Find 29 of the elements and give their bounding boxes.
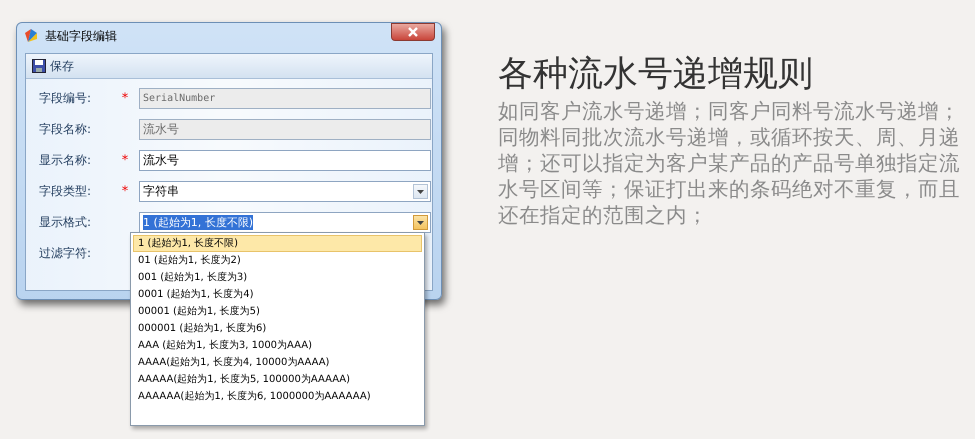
dropdown-option[interactable]: 001 (起始为1, 长度为3) (133, 269, 422, 286)
field-label: 显示格式: (39, 214, 92, 231)
field-label: 过滤字符: (39, 245, 92, 262)
required-mark: * (120, 153, 130, 168)
save-button[interactable]: 保存 (26, 58, 80, 74)
dropdown-option[interactable]: AAAAAA(起始为1, 长度为6, 1000000为AAAAAA) (133, 388, 422, 405)
window-title: 基础字段编辑 (45, 28, 117, 44)
dropdown-option[interactable]: 0001 (起始为1, 长度为4) (133, 286, 422, 303)
text-field[interactable]: 流水号 (139, 150, 431, 171)
field-label: 字段类型: (39, 183, 92, 200)
field-label: 显示名称: (39, 152, 92, 169)
dropdown-option[interactable]: 01 (起始为1, 长度为2) (133, 252, 422, 269)
app-logo-icon (23, 28, 39, 44)
dropdown-option[interactable]: 00001 (起始为1, 长度为5) (133, 303, 422, 320)
required-mark: * (120, 91, 130, 106)
dropdown-option[interactable]: AAAA(起始为1, 长度为4, 10000为AAAA) (133, 354, 422, 371)
field-label: 字段编号: (39, 90, 92, 107)
close-icon (407, 27, 419, 37)
field-label: 字段名称: (39, 121, 92, 138)
feature-heading: 各种流水号递增规则 (498, 53, 814, 96)
dropdown-option[interactable]: 1 (起始为1, 长度不限) (133, 235, 422, 252)
required-mark: * (120, 184, 130, 199)
dropdown-option[interactable]: AAA (起始为1, 长度为3, 1000为AAA) (133, 337, 422, 354)
close-button[interactable] (391, 23, 435, 41)
dropdown-field[interactable]: 字符串 (139, 181, 431, 202)
dropdown-field[interactable]: 1 (起始为1, 长度不限) (139, 212, 431, 233)
dropdown-option[interactable]: 000001 (起始为1, 长度为6) (133, 320, 422, 337)
feature-description: 如同客户流水号递增；同客户同料号流水号递增；同物料同批次流水号递增，或循环按天、周、月递增；还可以指定为客户某产品的产品号单独指定流水号区间等；保证打出来的条码绝对不重复，而且还在指定的范围之内； (498, 98, 961, 228)
dropdown-option[interactable]: AAAAA(起始为1, 长度为5, 100000为AAAAA) (133, 371, 422, 388)
